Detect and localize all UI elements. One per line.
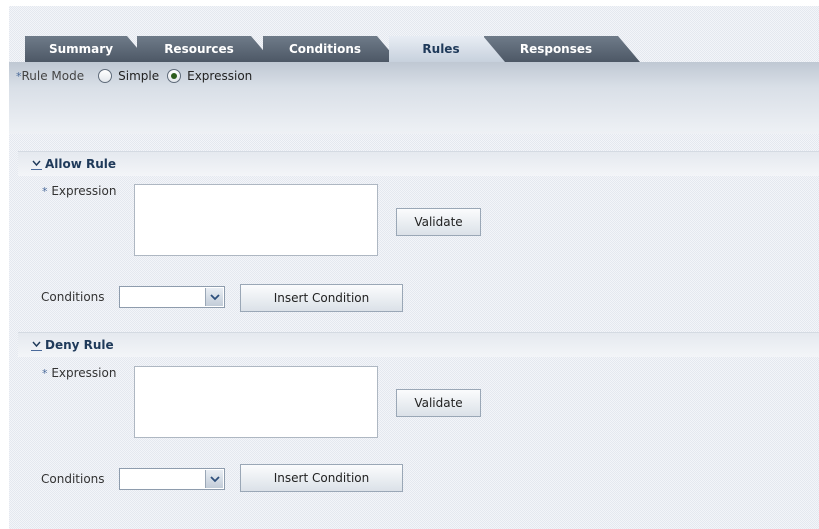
allow-expression-input[interactable] — [134, 184, 378, 256]
allow-validate-button[interactable]: Validate — [396, 208, 481, 236]
deny-insert-condition-button[interactable]: Insert Condition — [240, 464, 403, 492]
allow-rule-header[interactable]: Allow Rule — [18, 151, 819, 176]
allow-conditions-label: Conditions — [41, 290, 105, 304]
deny-rule-title: Deny Rule — [45, 338, 114, 352]
tab-summary[interactable]: Summary — [25, 36, 149, 62]
tab-responses[interactable]: Responses — [484, 36, 640, 62]
deny-expression-label-text: Expression — [51, 366, 117, 380]
deny-validate-button[interactable]: Validate — [396, 389, 481, 417]
tab-summary-label: Summary — [48, 42, 114, 56]
chevron-down-icon[interactable] — [205, 470, 223, 488]
deny-expression-input[interactable] — [134, 366, 378, 438]
allow-expression-label-text: Expression — [51, 184, 117, 198]
allow-conditions-select[interactable] — [119, 286, 225, 308]
rule-mode-label: Rule Mode — [21, 69, 85, 83]
deny-conditions-select[interactable] — [119, 468, 225, 490]
deny-conditions-label: Conditions — [41, 472, 105, 486]
rule-mode-bar: * Rule Mode Simple Expression — [9, 62, 819, 134]
required-marker: * — [42, 367, 48, 380]
chevron-down-icon[interactable] — [205, 288, 223, 306]
expression-radio[interactable] — [167, 69, 182, 83]
allow-expression-label: * Expression — [42, 184, 116, 198]
deny-rule-header[interactable]: Deny Rule — [18, 332, 819, 357]
tab-responses-label: Responses — [519, 42, 593, 56]
expression-radio-label[interactable]: Expression — [187, 69, 252, 83]
chevron-down-icon[interactable] — [31, 158, 42, 170]
allow-rule-title: Allow Rule — [45, 157, 117, 171]
chevron-down-icon[interactable] — [31, 339, 42, 351]
rule-mode-row: * Rule Mode Simple Expression — [16, 69, 260, 83]
allow-insert-condition-button[interactable]: Insert Condition — [240, 284, 403, 312]
tab-resources-label: Resources — [164, 42, 234, 56]
tab-rules-label: Rules — [422, 42, 460, 56]
deny-expression-label: * Expression — [42, 366, 116, 380]
tab-resources[interactable]: Resources — [137, 36, 273, 62]
tab-bar: Summary Resources Conditions Responses R… — [9, 6, 819, 58]
simple-radio-label[interactable]: Simple — [118, 69, 159, 83]
required-marker: * — [42, 185, 48, 198]
policy-editor: Summary Resources Conditions Responses R… — [9, 6, 819, 529]
simple-radio[interactable] — [98, 69, 113, 83]
tab-conditions[interactable]: Conditions — [263, 36, 399, 62]
tab-conditions-label: Conditions — [288, 42, 362, 56]
